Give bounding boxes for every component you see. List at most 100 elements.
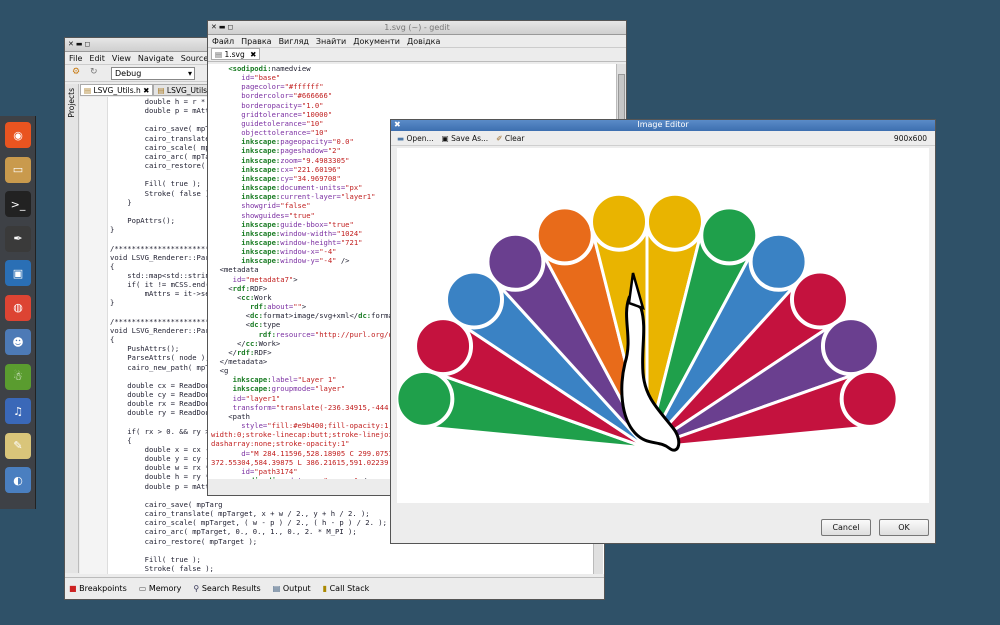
open-label: Open... bbox=[406, 133, 434, 143]
gedit-tabbar: ▤ 1.svg ✖ bbox=[208, 48, 626, 62]
broom-icon: ✐ bbox=[496, 133, 503, 143]
gedit-menu-item[interactable]: Довідка bbox=[407, 37, 440, 46]
feather-tip bbox=[485, 231, 546, 292]
bottom-tab-label: Call Stack bbox=[329, 584, 370, 593]
window-controls[interactable]: ✕▬◻ bbox=[211, 21, 235, 34]
ide-bottom-tabs: ■ Breakpoints ▭ Memory ⚲ Search Results ▤ O… bbox=[65, 577, 604, 599]
bottom-tab-label: Breakpoints bbox=[79, 584, 127, 593]
file-icon: ▤ bbox=[215, 50, 223, 59]
ide-menu-item[interactable]: File bbox=[69, 54, 82, 63]
gedit-tab-label: 1.svg bbox=[224, 50, 245, 59]
bottom-tab[interactable]: ⚲ Search Results bbox=[193, 584, 260, 593]
ide-tab-label: LSVG_Utils bbox=[166, 86, 208, 95]
xml-line: id="base" bbox=[211, 73, 281, 83]
gedit-menubar: Файл Правка Вигляд Знайти Документи Довідка bbox=[208, 35, 626, 48]
code-line: Stroke( false ); bbox=[110, 563, 214, 573]
image-editor-dialog: ✖ Image Editor ▬ Open... ▣ Save As... ✐ … bbox=[390, 119, 936, 544]
bottom-tab[interactable]: ▮ Call Stack bbox=[323, 584, 370, 593]
ubuntu-icon[interactable]: ◉ bbox=[5, 122, 31, 148]
ide-tab-label: LSVG_Utils.h bbox=[93, 86, 141, 95]
xml-line: borderopacity="1.0" bbox=[211, 100, 324, 110]
output-icon: ▤ bbox=[272, 584, 283, 593]
xml-line: <sodipodi:namedview bbox=[228, 64, 311, 73]
feather-tip bbox=[820, 316, 881, 377]
bottom-tab[interactable]: ▤ Output bbox=[273, 584, 311, 593]
code-line: Fill( true ); bbox=[110, 554, 201, 564]
feather-tip bbox=[644, 191, 705, 252]
bug-icon[interactable]: ☻ bbox=[5, 329, 31, 355]
projects-label: Projects bbox=[67, 88, 76, 118]
close-icon[interactable]: ✖ bbox=[394, 120, 401, 130]
refresh-icon[interactable]: ↻ bbox=[90, 67, 98, 77]
xml-line: pagecolor="#ffffff" bbox=[211, 82, 324, 92]
chevron-down-icon: ▾ bbox=[187, 69, 192, 78]
feather-tip bbox=[589, 191, 650, 252]
peacock-image bbox=[394, 191, 900, 452]
window-controls[interactable]: ✕▬◻ bbox=[68, 38, 92, 51]
feather-tip bbox=[839, 368, 900, 429]
memory-icon: ▭ bbox=[138, 584, 149, 593]
ide-tabs: ▤ LSVG_Utils.h ✖ ▤ LSVG_Utils bbox=[80, 84, 212, 97]
gedit-menu-item[interactable]: Документи bbox=[353, 37, 400, 46]
gedit-menu-item[interactable]: Правка bbox=[241, 37, 271, 46]
gedit-menu-item[interactable]: Вигляд bbox=[279, 37, 309, 46]
image-editor-title: Image Editor bbox=[637, 120, 689, 129]
build-config-value: Debug bbox=[115, 69, 142, 78]
ok-button[interactable]: OK bbox=[879, 519, 929, 536]
virtualbox-icon[interactable]: ▣ bbox=[5, 260, 31, 286]
xml-line: gridtolerance="10000" bbox=[211, 109, 333, 119]
ide-tab[interactable]: ▤ LSVG_Utils.h ✖ bbox=[80, 84, 154, 96]
feather-tip bbox=[534, 205, 595, 266]
inkscape-icon[interactable]: ✒ bbox=[5, 225, 31, 252]
android-icon[interactable]: ☃ bbox=[5, 363, 31, 390]
ide-menu-item[interactable]: View bbox=[112, 54, 131, 63]
editor-icon[interactable]: ✎ bbox=[5, 432, 31, 459]
save-icon: ▣ bbox=[441, 133, 449, 143]
save-as-label: Save As... bbox=[451, 133, 489, 143]
open-button[interactable]: ▬ Open... bbox=[397, 134, 434, 143]
firefox-icon[interactable]: ◐ bbox=[5, 467, 31, 493]
image-editor-toolbar: ▬ Open... ▣ Save As... ✐ Clear 900x600 bbox=[391, 131, 935, 146]
close-icon[interactable]: ✖ bbox=[250, 50, 256, 59]
gedit-title: 1.svg (~) - gedit bbox=[384, 23, 450, 32]
xml-line: bordercolor="#666666" bbox=[211, 91, 333, 101]
clear-button[interactable]: ✐ Clear bbox=[496, 134, 524, 143]
terminal-icon[interactable]: >_ bbox=[5, 191, 31, 217]
build-icon[interactable]: ⚙ bbox=[72, 67, 80, 77]
image-editor-titlebar[interactable]: ✖ Image Editor bbox=[391, 120, 935, 131]
breakpoints-icon: ■ bbox=[69, 584, 80, 593]
chrome-icon[interactable]: ◍ bbox=[5, 294, 31, 321]
bottom-tab[interactable]: ▭ Memory bbox=[139, 584, 182, 593]
ide-menu-item[interactable]: Edit bbox=[89, 54, 105, 63]
files-icon[interactable]: ▭ bbox=[5, 156, 31, 183]
file-icon: ▤ bbox=[157, 86, 167, 95]
cancel-button[interactable]: Cancel bbox=[821, 519, 871, 536]
clear-label: Clear bbox=[504, 133, 525, 143]
bottom-tab-label: Search Results bbox=[201, 584, 261, 593]
music-icon[interactable]: ♫ bbox=[5, 398, 31, 424]
image-size-label: 900x600 bbox=[893, 134, 927, 143]
ide-menu-item[interactable]: Source bbox=[181, 54, 208, 63]
bottom-tab[interactable]: ■ Breakpoints bbox=[69, 584, 127, 593]
bottom-tab-label: Output bbox=[282, 584, 311, 593]
save-as-button[interactable]: ▣ Save As... bbox=[442, 134, 488, 143]
search-icon: ⚲ bbox=[193, 584, 202, 593]
gedit-menu-item[interactable]: Файл bbox=[212, 37, 234, 46]
ide-menu-item[interactable]: Navigate bbox=[138, 54, 174, 63]
code-line: } bbox=[110, 573, 604, 574]
fold-gutter bbox=[80, 97, 108, 574]
folder-icon: ▬ bbox=[397, 133, 405, 143]
image-canvas[interactable] bbox=[394, 148, 929, 503]
close-icon[interactable]: ✖ bbox=[141, 86, 149, 95]
feather-tip bbox=[394, 368, 455, 429]
callstack-icon: ▮ bbox=[322, 584, 330, 593]
gedit-titlebar[interactable]: ✕▬◻ 1.svg (~) - gedit bbox=[208, 21, 626, 35]
projects-sidebar[interactable]: Projects bbox=[65, 84, 79, 573]
ide-tab[interactable]: ▤ LSVG_Utils bbox=[153, 84, 212, 96]
bottom-tab-label: Memory bbox=[148, 584, 182, 593]
launcher-dock: ◉ ▭ >_ ✒ ▣ ◍ ☻ ☃ ♫ ✎ ◐ bbox=[0, 116, 36, 509]
gedit-menu-item[interactable]: Знайти bbox=[316, 37, 346, 46]
gedit-tab[interactable]: ▤ 1.svg ✖ bbox=[211, 48, 261, 60]
build-config-select[interactable]: Debug ▾ bbox=[111, 67, 195, 80]
